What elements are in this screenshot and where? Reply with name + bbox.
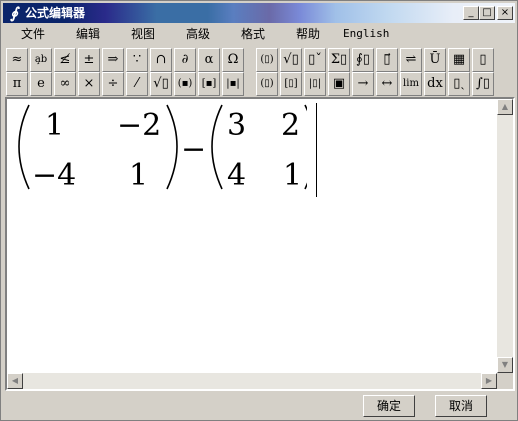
bar-template-icon[interactable]: |▯|	[304, 72, 326, 96]
title-bar[interactable]: ∮ 公式编辑器	[3, 3, 515, 23]
menu-advanced[interactable]: 高级	[186, 27, 210, 41]
e-icon[interactable]: e	[30, 72, 52, 96]
logic-icon[interactable]: ∵	[126, 48, 148, 72]
box-template-icon[interactable]: ▯	[472, 48, 494, 72]
parens-icon[interactable]: (▪)	[174, 72, 196, 96]
right-paren	[166, 104, 178, 190]
fraction-radical-icon[interactable]: √▯	[280, 48, 302, 72]
integral-template-icon[interactable]: ∮▯	[352, 48, 374, 72]
underbar-template-icon[interactable]: ▯⃗	[376, 48, 398, 72]
space-icon[interactable]: a̧b	[30, 48, 52, 72]
cancel-button[interactable]: 取消	[435, 395, 487, 417]
arrow-template-icon[interactable]: ⇌	[400, 48, 422, 72]
arrows-icon[interactable]: ⇒	[102, 48, 124, 72]
matrix-cell: −2	[117, 108, 161, 143]
menu-view[interactable]: 视图	[131, 27, 155, 41]
scroll-corner	[497, 373, 513, 389]
matrix-cell: 1	[283, 158, 302, 193]
vertical-scrollbar[interactable]: ▲ ▼	[497, 99, 513, 373]
matrix-cell: −4	[32, 158, 76, 193]
left-paren	[211, 104, 223, 190]
scroll-down-button[interactable]: ▼	[497, 357, 513, 373]
greek-upper-icon[interactable]: Ω	[222, 48, 244, 72]
matrix-cell: 3	[227, 108, 246, 143]
minimize-button[interactable]: _	[463, 6, 479, 20]
partial-icon[interactable]: ∂	[174, 48, 196, 72]
menu-bar: 文件 编辑 视图 高级 格式 帮助 English	[3, 24, 515, 44]
symbol-toolbar: ≈ a̧b ≰ ± ⇒ ∵ ∩ ∂ α Ω (▯) √▯ ▯ˇ Σ▯ ∮▯ ▯⃗ ⇌ Ū ▦ ▯	[6, 48, 516, 74]
matrix-cell: 1	[129, 158, 148, 193]
sqrt-icon[interactable]: √▯	[150, 72, 172, 96]
minus-operator: −	[181, 132, 206, 167]
menu-english[interactable]: English	[343, 27, 389, 41]
matrix-cell: 2	[281, 108, 300, 143]
embellishment-icon[interactable]: ≰	[54, 48, 76, 72]
fence-template-icon[interactable]: (▯)	[256, 48, 278, 72]
formula-display: 1 −2 −4 1 − 3 2 4 1	[18, 104, 307, 193]
app-icon: ∮	[10, 4, 18, 22]
menu-edit[interactable]: 编辑	[76, 27, 100, 41]
menu-file[interactable]: 文件	[21, 27, 45, 41]
scroll-left-button[interactable]: ◀	[7, 373, 23, 389]
template-toolbar: π e ∞ × ÷ ⁄ √▯ (▪) [▪] |▪| (▯) [▯] |▯| ▣ → ↔ lim dx ▯ˎ ∫▯	[6, 72, 516, 98]
left-paren	[18, 104, 30, 190]
scroll-right-button[interactable]: ▶	[481, 373, 497, 389]
matrix-cell: 1	[45, 108, 64, 143]
right-paren	[304, 104, 307, 190]
scroll-up-button[interactable]: ▲	[497, 99, 513, 115]
dx-icon[interactable]: dx	[424, 72, 446, 96]
text-cursor	[316, 103, 317, 197]
approx-icon[interactable]: ≈	[6, 48, 28, 72]
integral-small-icon[interactable]: ∫▯	[472, 72, 494, 96]
divide-icon[interactable]: ÷	[102, 72, 124, 96]
window-title: 公式编辑器	[25, 6, 86, 20]
matrix-small-icon[interactable]: ▣	[328, 72, 350, 96]
left-right-arrow-icon[interactable]: ↔	[376, 72, 398, 96]
formula-editor-area[interactable]: 1 −2 −4 1 − 3 2 4 1 ▲ ▼ ◀ ▶	[5, 97, 515, 391]
matrix-template-icon[interactable]: ▦	[448, 48, 470, 72]
menu-help[interactable]: 帮助	[296, 27, 320, 41]
menu-format[interactable]: 格式	[241, 27, 265, 41]
paren-template-icon[interactable]: (▯)	[256, 72, 278, 96]
subscript-icon[interactable]: ▯ˎ	[448, 72, 470, 96]
maximize-button[interactable]: □	[479, 6, 495, 20]
set-icon[interactable]: ∩	[150, 48, 172, 72]
bracket-template-icon[interactable]: [▯]	[280, 72, 302, 96]
close-button[interactable]: ×	[497, 6, 513, 20]
greek-lower-icon[interactable]: α	[198, 48, 220, 72]
formula-editor-window: ∮ 公式编辑器 _ □ × 文件 编辑 视图 高级 格式 帮助 English …	[0, 0, 518, 421]
infinity-icon[interactable]: ∞	[54, 72, 76, 96]
summation-template-icon[interactable]: Σ▯	[328, 48, 350, 72]
abs-icon[interactable]: |▪|	[222, 72, 244, 96]
limit-icon[interactable]: lim	[400, 72, 422, 96]
plus-minus-icon[interactable]: ±	[78, 48, 100, 72]
horizontal-scrollbar[interactable]: ◀ ▶	[7, 373, 497, 389]
ok-button[interactable]: 确定	[363, 395, 415, 417]
subscript-template-icon[interactable]: ▯ˇ	[304, 48, 326, 72]
pi-icon[interactable]: π	[6, 72, 28, 96]
product-template-icon[interactable]: Ū	[424, 48, 446, 72]
matrix-cell: 4	[227, 158, 246, 193]
fraction-icon[interactable]: ⁄	[126, 72, 148, 96]
brackets-icon[interactable]: [▪]	[198, 72, 220, 96]
right-arrow-icon[interactable]: →	[352, 72, 374, 96]
times-icon[interactable]: ×	[78, 72, 100, 96]
